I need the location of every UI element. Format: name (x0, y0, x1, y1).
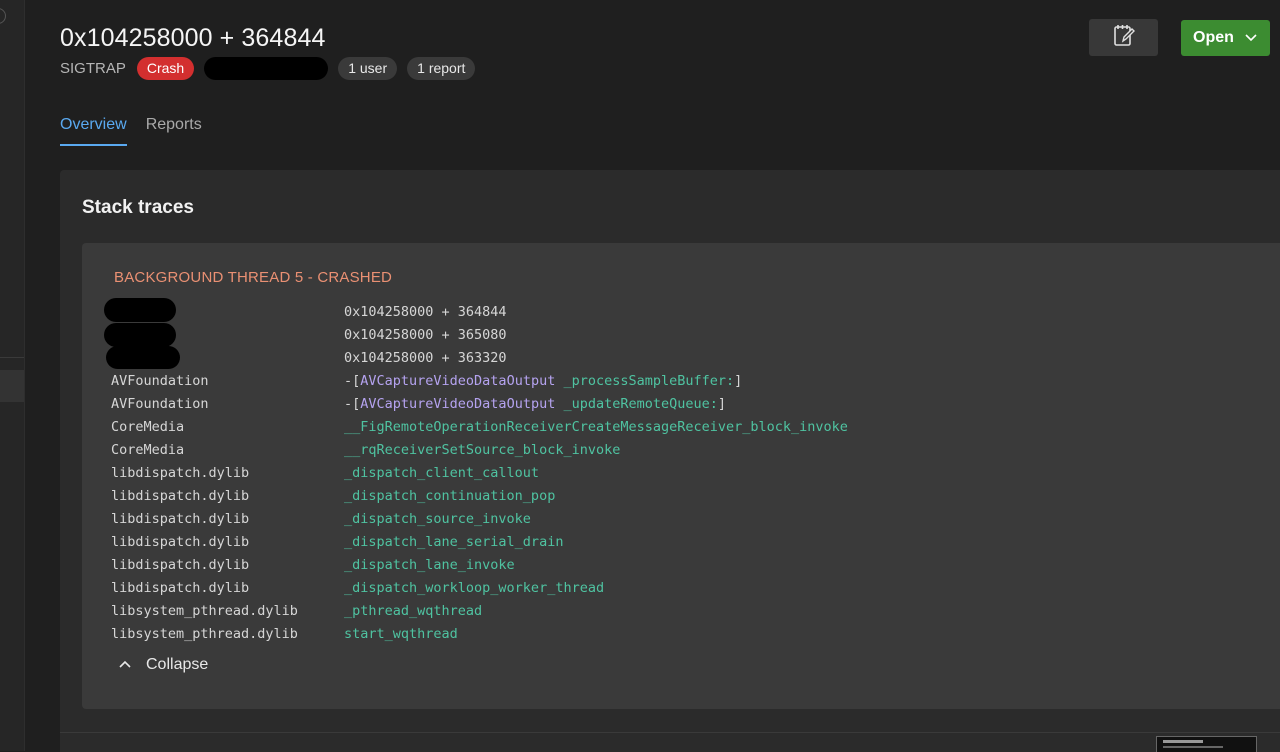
frame-symbol: _dispatch_source_invoke (344, 510, 531, 527)
stack-frame[interactable]: libsystem_pthread.dylib start_wqthread (111, 622, 848, 645)
open-status-button[interactable]: Open (1181, 20, 1270, 56)
stack-frame[interactable]: 0x104258000 + 363320 (111, 346, 848, 369)
main-content: 0x104258000 + 364844 SIGTRAP Crash 1 use… (25, 0, 1280, 752)
frame-symbol: _dispatch_lane_serial_drain (344, 533, 564, 550)
note-button[interactable] (1089, 19, 1158, 56)
stack-frame[interactable]: libdispatch.dylib _dispatch_workloop_wor… (111, 576, 848, 599)
frame-library: libsystem_pthread.dylib (111, 625, 298, 642)
section-title: Stack traces (82, 197, 194, 218)
objc-prefix: -[ (344, 372, 361, 389)
signal-label: SIGTRAP (60, 59, 126, 77)
stack-frame[interactable]: CoreMedia __rqReceiverSetSource_block_in… (111, 438, 848, 461)
collapse-label: Collapse (146, 656, 209, 673)
frame-library: libsystem_pthread.dylib (111, 602, 298, 619)
thumbnail-line (1163, 740, 1203, 743)
stack-frame[interactable]: 0x104258000 + 365080 (111, 323, 848, 346)
objc-class: AVCaptureVideoDataOutput (360, 372, 556, 389)
objc-method: _updateRemoteQueue: (555, 395, 718, 412)
frame-library: AVFoundation (111, 372, 209, 389)
stack-frame[interactable]: CoreMedia __FigRemoteOperationReceiverCr… (111, 415, 848, 438)
frame-symbol: _dispatch_continuation_pop (344, 487, 556, 504)
left-sidebar (0, 0, 25, 751)
redaction-mark (106, 346, 180, 369)
objc-suffix: ] (734, 372, 743, 389)
tab-bar: Overview Reports (60, 116, 221, 146)
frame-symbol: 0x104258000 + 365080 (344, 326, 507, 343)
frame-library: libdispatch.dylib (111, 487, 250, 504)
stack-frame[interactable]: 0x104258000 + 364844 (111, 300, 848, 323)
chevron-down-icon (1244, 33, 1258, 43)
objc-method: _processSampleBuffer: (555, 372, 735, 389)
crash-badge: Crash (136, 56, 195, 80)
collapse-button[interactable]: Collapse (118, 656, 208, 674)
stack-frame[interactable]: libdispatch.dylib _dispatch_source_invok… (111, 507, 848, 530)
stack-frame[interactable]: AVFoundation -[AVCaptureVideoDataOutput … (111, 369, 848, 392)
sidebar-active-item[interactable] (0, 370, 24, 402)
stack-frames: 0x104258000 + 364844 0x104258000 + 36508… (111, 300, 848, 645)
frame-symbol: start_wqthread (344, 625, 458, 642)
next-section-edge (60, 732, 1280, 752)
frame-symbol: 0x104258000 + 363320 (344, 349, 507, 366)
stack-frame[interactable]: libdispatch.dylib _dispatch_continuation… (111, 484, 848, 507)
frame-library: CoreMedia (111, 418, 185, 435)
stack-frame[interactable]: libdispatch.dylib _dispatch_lane_invoke (111, 553, 848, 576)
objc-class: AVCaptureVideoDataOutput (360, 395, 556, 412)
frame-library: CoreMedia (111, 441, 185, 458)
objc-prefix: -[ (344, 395, 361, 412)
frame-library: libdispatch.dylib (111, 510, 250, 527)
frame-symbol: __rqReceiverSetSource_block_invoke (344, 441, 621, 458)
redaction-mark (104, 323, 176, 347)
redaction-mark (104, 298, 176, 322)
chevron-up-icon (118, 656, 132, 674)
thread-title: BACKGROUND THREAD 5 - CRASHED (114, 269, 393, 286)
tab-reports[interactable]: Reports (146, 116, 202, 146)
frame-library: libdispatch.dylib (111, 556, 250, 573)
frame-library: AVFoundation (111, 395, 209, 412)
frame-symbol: 0x104258000 + 364844 (344, 303, 507, 320)
thread-trace-card: BACKGROUND THREAD 5 - CRASHED 0x10425800… (82, 243, 1280, 709)
frame-library: libdispatch.dylib (111, 579, 250, 596)
open-button-label: Open (1193, 29, 1234, 46)
stack-frame[interactable]: libdispatch.dylib _dispatch_client_callo… (111, 461, 848, 484)
stack-frame[interactable]: libdispatch.dylib _dispatch_lane_serial_… (111, 530, 848, 553)
stack-frame[interactable]: libsystem_pthread.dylib _pthread_wqthrea… (111, 599, 848, 622)
users-badge[interactable]: 1 user (338, 56, 398, 80)
tab-overview[interactable]: Overview (60, 116, 127, 146)
screenshot-thumbnail[interactable] (1156, 736, 1257, 752)
issue-meta-row: SIGTRAP Crash 1 user 1 report (60, 56, 485, 80)
redacted-badge (204, 56, 329, 80)
sidebar-divider (0, 357, 24, 358)
frame-library: libdispatch.dylib (111, 533, 250, 550)
frame-library: libdispatch.dylib (111, 464, 250, 481)
reports-badge[interactable]: 1 report (407, 56, 476, 80)
frame-symbol: _dispatch_client_callout (344, 464, 540, 481)
frame-symbol: _dispatch_workloop_worker_thread (344, 579, 605, 596)
stack-traces-panel: Stack traces BACKGROUND THREAD 5 - CRASH… (60, 170, 1280, 732)
objc-suffix: ] (717, 395, 727, 412)
frame-symbol: -[AVCaptureVideoDataOutput _updateRemote… (344, 396, 726, 412)
frame-symbol: -[AVCaptureVideoDataOutput _processSampl… (344, 373, 742, 389)
sidebar-toggle-icon[interactable] (0, 8, 6, 24)
stack-frame[interactable]: AVFoundation -[AVCaptureVideoDataOutput … (111, 392, 848, 415)
frame-symbol: _pthread_wqthread (344, 602, 483, 619)
note-edit-icon (1113, 23, 1135, 52)
frame-symbol: __FigRemoteOperationReceiverCreateMessag… (344, 418, 848, 435)
thumbnail-line (1163, 746, 1223, 748)
page-title: 0x104258000 + 364844 (60, 24, 326, 52)
frame-symbol: _dispatch_lane_invoke (344, 556, 515, 573)
